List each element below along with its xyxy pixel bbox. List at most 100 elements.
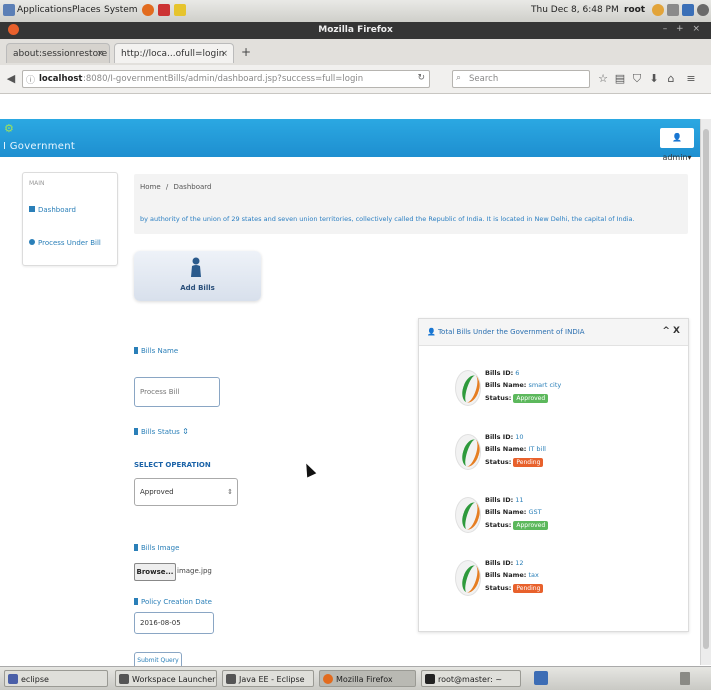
- user-name[interactable]: root: [624, 5, 645, 15]
- bills-panel: 👤 Total Bills Under the Government of IN…: [418, 318, 689, 632]
- pocket-icon[interactable]: ⛉: [630, 72, 644, 86]
- breadcrumb-home[interactable]: Home: [140, 183, 161, 191]
- bill-item[interactable]: Bills ID: 6 Bills Name: smart city Statu…: [455, 367, 655, 417]
- selected-file-name: image.jpg: [177, 567, 212, 575]
- taskbar-item-terminal[interactable]: root@master: ~: [421, 670, 521, 687]
- dashboard-icon: [29, 206, 35, 212]
- volume-icon[interactable]: [667, 4, 679, 16]
- new-tab-icon[interactable]: +: [241, 45, 251, 59]
- bill-id: 11: [515, 496, 524, 504]
- bill-id: 6: [515, 369, 520, 377]
- admin-user-button[interactable]: 👤 admin▾: [660, 128, 694, 162]
- navigation-bar: ◀ ⓘ localhost :8080/I-governmentBills/ad…: [0, 65, 711, 94]
- bookmark-star-icon[interactable]: ☆: [596, 72, 610, 86]
- page-info-icon[interactable]: ⓘ: [26, 73, 35, 86]
- url-bar[interactable]: ⓘ localhost :8080/I-governmentBills/admi…: [22, 70, 430, 88]
- sidebar-item-label: Dashboard: [38, 206, 76, 214]
- power-icon[interactable]: [697, 4, 709, 16]
- status-badge: Approved: [513, 394, 549, 403]
- logo-icon: ⚙: [4, 122, 14, 135]
- bills-panel-title: 👤 Total Bills Under the Government of IN…: [427, 328, 585, 336]
- url-path: :8080/I-governmentBills/admin/dashboard.…: [83, 74, 364, 84]
- sidebar-item-label: Process Under Bill: [38, 239, 101, 247]
- creation-date-label: Policy Creation Date: [134, 598, 212, 606]
- firefox-icon: [323, 674, 333, 684]
- tab-label: about:sessionrestore: [13, 49, 108, 59]
- add-bills-card[interactable]: Add Bills: [134, 251, 261, 301]
- operation-select[interactable]: Approved ⇕: [134, 478, 238, 506]
- bill-name-label: Bills Name: [134, 347, 178, 355]
- chevron-updown-icon: ⇕: [227, 488, 233, 496]
- app-brand[interactable]: I Government: [3, 141, 75, 152]
- sidebar-item-process-under-bill[interactable]: Process Under Bill: [29, 239, 101, 247]
- workspace-switcher-icon[interactable]: [534, 671, 548, 685]
- tab-login[interactable]: http://loca...ofull=login ×: [114, 43, 234, 63]
- window-title: Mozilla Firefox: [318, 25, 393, 35]
- bill-name-placeholder: Process Bill: [140, 388, 180, 396]
- operation-select-value: Approved: [140, 488, 174, 496]
- close-tab-icon[interactable]: ×: [96, 44, 104, 64]
- sidebar: MAIN Dashboard Process Under Bill: [22, 172, 118, 266]
- mouse-cursor-icon: [301, 461, 317, 478]
- breadcrumb-current: Dashboard: [173, 183, 212, 191]
- notes-launcher-icon[interactable]: [174, 4, 186, 16]
- bill-name: smart city: [528, 381, 562, 389]
- tab-session-restore[interactable]: about:sessionrestore ×: [6, 43, 110, 63]
- admin-label: admin: [662, 153, 688, 162]
- close-tab-icon[interactable]: ×: [220, 44, 228, 64]
- bill-item[interactable]: Bills ID: 10 Bills Name: IT bill Status:…: [455, 431, 655, 481]
- firefox-launcher-icon[interactable]: [142, 4, 154, 16]
- search-placeholder: Search: [469, 74, 499, 84]
- reload-icon[interactable]: ↻: [417, 73, 425, 83]
- party-emblem-icon: [455, 560, 481, 596]
- status-badge: Approved: [513, 521, 549, 530]
- bill-item[interactable]: Bills ID: 12 Bills Name: tax Status: Pend…: [455, 557, 655, 607]
- reading-list-icon[interactable]: ▤: [613, 72, 627, 86]
- party-emblem-icon: [455, 497, 481, 533]
- party-emblem-icon: [455, 370, 481, 406]
- page-scrollbar[interactable]: [700, 119, 711, 665]
- bill-name: IT bill: [528, 445, 546, 453]
- download-icon[interactable]: ⬇: [647, 72, 661, 86]
- tab-bar: about:sessionrestore × http://loca...ofu…: [0, 39, 711, 66]
- panel-collapse-close-controls[interactable]: ^ X: [662, 326, 680, 336]
- network-icon[interactable]: [652, 4, 664, 16]
- window-titlebar: Mozilla Firefox – + ×: [0, 22, 711, 39]
- battery-icon[interactable]: [682, 4, 694, 16]
- taskbar: eclipse Workspace Launcher Java EE - Ecl…: [0, 666, 711, 690]
- menu-places[interactable]: Places: [72, 5, 101, 15]
- taskbar-item-firefox[interactable]: Mozilla Firefox: [319, 670, 416, 687]
- user-icon: 👤: [427, 328, 436, 336]
- bill-status-label: Bills Status ⇕: [134, 427, 189, 436]
- mail-launcher-icon[interactable]: [158, 4, 170, 16]
- user-icon: 👤: [672, 133, 682, 142]
- sidebar-item-dashboard[interactable]: Dashboard: [29, 206, 76, 214]
- taskbar-item-eclipse[interactable]: eclipse: [4, 670, 108, 687]
- taskbar-item-java-ee[interactable]: Java EE - Eclipse: [222, 670, 314, 687]
- trash-icon[interactable]: [680, 672, 690, 685]
- window-controls[interactable]: – + ×: [663, 24, 703, 34]
- clock[interactable]: Thu Dec 8, 6:48 PM: [531, 5, 619, 15]
- eclipse-icon: [8, 674, 18, 684]
- window-icon: [226, 674, 236, 684]
- bills-panel-header: 👤 Total Bills Under the Government of IN…: [419, 319, 688, 346]
- taskbar-item-workspace-launcher[interactable]: Workspace Launcher: [115, 670, 217, 687]
- url-host: localhost: [39, 74, 83, 84]
- scrollbar-thumb[interactable]: [703, 129, 709, 649]
- bill-name-input[interactable]: Process Bill: [134, 377, 220, 407]
- browse-button[interactable]: Browse...: [134, 563, 176, 581]
- bill-name: GST: [528, 508, 542, 516]
- window-icon: [119, 674, 129, 684]
- menu-applications[interactable]: Applications: [17, 5, 72, 15]
- foot-icon: [3, 4, 15, 16]
- bill-name: tax: [528, 571, 539, 579]
- creation-date-value: 2016-08-05: [140, 619, 181, 627]
- search-input[interactable]: ⌕ Search: [452, 70, 590, 88]
- back-icon[interactable]: ◀: [4, 72, 18, 86]
- creation-date-input[interactable]: 2016-08-05: [134, 612, 214, 634]
- menu-system[interactable]: System: [104, 5, 138, 15]
- home-icon[interactable]: ⌂: [664, 72, 678, 86]
- bill-item[interactable]: Bills ID: 11 Bills Name: GST Status: Appr…: [455, 494, 655, 544]
- page-description: by authority of the union of 29 states a…: [140, 215, 635, 223]
- menu-icon[interactable]: ≡: [684, 72, 698, 86]
